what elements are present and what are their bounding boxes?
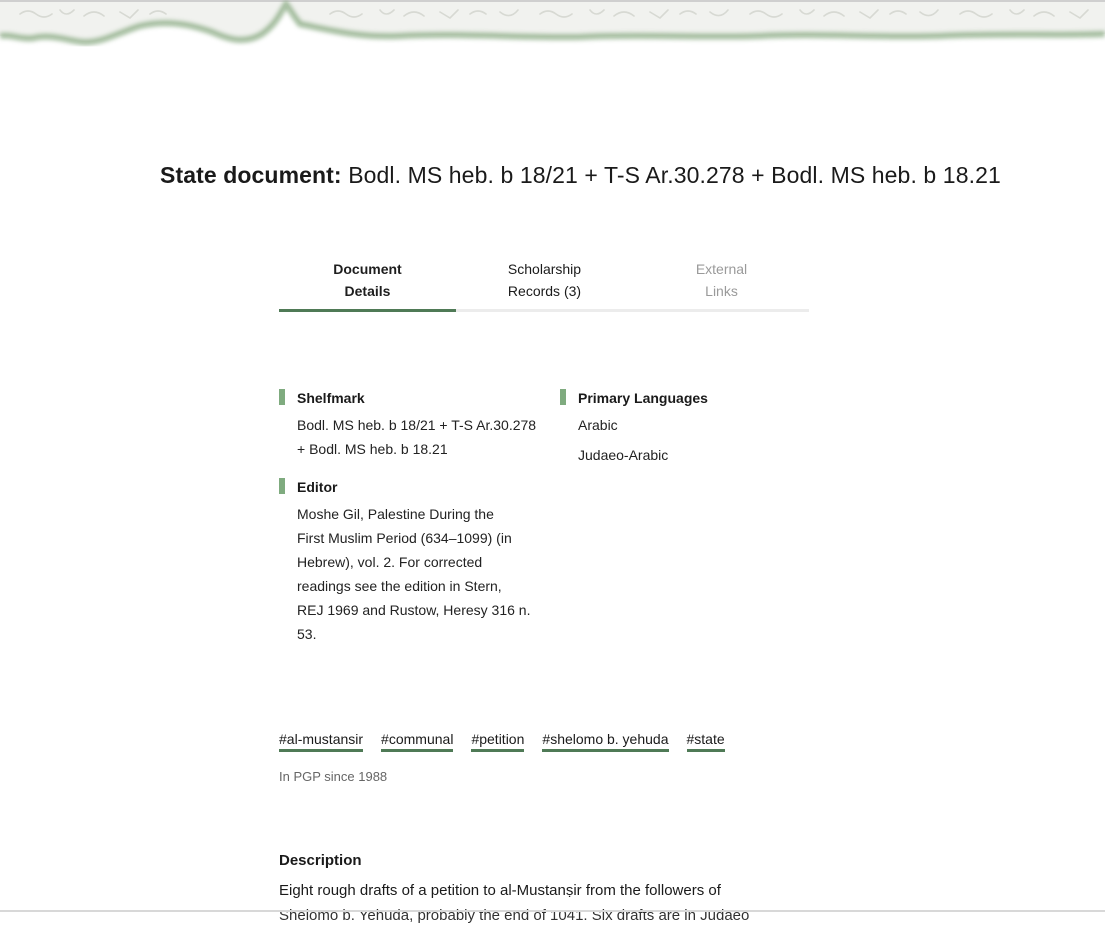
active-tab-indicator <box>279 309 456 312</box>
page-title: State document: Bodl. MS heb. b 18/21 + … <box>160 162 1001 189</box>
tab-scholarship-records-line2: Records (3) <box>507 283 582 299</box>
shelfmark-field: Shelfmark Bodl. MS heb. b 18/21 + T-S Ar… <box>279 389 549 461</box>
description-heading: Description <box>279 852 362 869</box>
tab-document-details-line2: Details <box>344 283 391 299</box>
editor-value-line: readings see the edition in Stern, <box>297 578 502 594</box>
tag-label: state <box>694 731 725 747</box>
editor-value-line: REJ 1969 and Rustow, Heresy 316 n. <box>297 602 531 618</box>
tab-document-details-line1: Document <box>333 261 402 277</box>
page-title-prefix: State document: <box>160 162 342 188</box>
editor-value-line: Hebrew), vol. 2. For corrected <box>297 554 483 570</box>
language-item: Arabic <box>578 417 618 433</box>
document-tabs: Document Details Scholarship Records (3)… <box>279 258 809 312</box>
description-line: Shelomo b. Yehuda, probably the end of 1… <box>279 907 750 924</box>
tag-link[interactable]: #petition <box>471 729 525 752</box>
tag-label: shelomo b. yehuda <box>550 731 669 747</box>
editor-label: Editor <box>279 478 549 496</box>
tag-link[interactable]: #al-mustansir <box>279 729 364 752</box>
tab-external-links-line1: External <box>695 261 748 277</box>
primary-languages-label: Primary Languages <box>560 389 810 407</box>
shelfmark-value-line: + Bodl. MS heb. b 18.21 <box>297 441 448 457</box>
editor-value-line: First Muslim Period (634–1099) (in <box>297 530 512 546</box>
manuscript-torn-banner-icon <box>0 0 1105 46</box>
editor-field: Editor Moshe Gil, Palestine During the F… <box>279 478 549 646</box>
manuscript-banner <box>0 0 1105 70</box>
editor-value: Moshe Gil, Palestine During the First Mu… <box>279 502 549 646</box>
page-title-shelfmark: Bodl. MS heb. b 18/21 + T-S Ar.30.278 + … <box>348 162 1001 188</box>
description-text: Eight rough drafts of a petition to al-M… <box>279 878 779 928</box>
primary-languages-field: Primary Languages Arabic Judaeo-Arabic <box>560 389 810 467</box>
tab-scholarship-records[interactable]: Scholarship Records (3) <box>456 258 633 309</box>
editor-value-line: 53. <box>297 626 317 642</box>
tab-scholarship-records-line1: Scholarship <box>507 261 582 277</box>
tag-link[interactable]: #shelomo b. yehuda <box>542 729 669 752</box>
tag-label: al-mustansir <box>286 731 364 747</box>
shelfmark-value-line: Bodl. MS heb. b 18/21 + T-S Ar.30.278 <box>297 417 537 433</box>
tag-link[interactable]: #state <box>686 729 725 752</box>
tag-label: petition <box>479 731 525 747</box>
shelfmark-value: Bodl. MS heb. b 18/21 + T-S Ar.30.278 + … <box>279 413 549 461</box>
tag-list: #al-mustansir #communal #petition #shelomo … <box>279 729 743 752</box>
editor-value-line: Moshe Gil, Palestine During the <box>297 506 494 522</box>
description-line: Eight rough drafts of a petition to al-M… <box>279 882 721 899</box>
shelfmark-label: Shelfmark <box>279 389 549 407</box>
in-pgp-since: In PGP since 1988 <box>279 769 388 784</box>
tab-external-links: External Links <box>633 258 810 309</box>
tab-external-links-line2: Links <box>705 283 738 299</box>
tag-label: communal <box>388 731 454 747</box>
language-item: Judaeo-Arabic <box>578 447 669 463</box>
primary-languages-value: Arabic Judaeo-Arabic <box>560 413 810 467</box>
tag-link[interactable]: #communal <box>381 729 454 752</box>
tab-document-details[interactable]: Document Details <box>279 258 456 312</box>
